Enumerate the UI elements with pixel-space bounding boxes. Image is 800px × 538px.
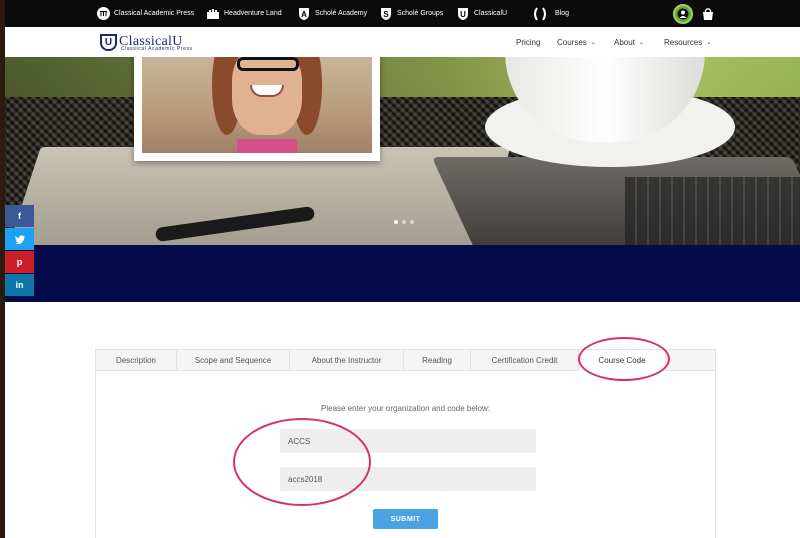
tab-label: Description xyxy=(115,355,156,365)
submit-button[interactable]: SUBMIT xyxy=(373,509,438,529)
linkedin-icon[interactable]: in xyxy=(5,274,34,296)
topbar-link-label: Blog xyxy=(555,10,570,17)
svg-text:U: U xyxy=(460,10,466,19)
slider-dot[interactable] xyxy=(394,220,398,224)
navy-banner xyxy=(5,245,800,302)
svg-text:S: S xyxy=(383,10,389,19)
pinterest-icon[interactable]: p xyxy=(5,251,34,273)
topbar-link-schole-academy[interactable]: A Scholé Academy xyxy=(297,0,367,27)
topbar-link-schole-groups[interactable]: S Scholé Groups xyxy=(379,0,443,27)
nav-pricing[interactable]: Pricing xyxy=(516,27,540,57)
shopping-bag-icon[interactable] xyxy=(700,6,716,22)
nav-label: Resources xyxy=(664,37,703,47)
user-account-icon[interactable] xyxy=(673,4,693,24)
tab-label: Certification Credit xyxy=(491,355,558,365)
annotation-circle-tab xyxy=(578,337,670,381)
nav-label: Pricing xyxy=(516,37,541,47)
castle-icon xyxy=(206,7,220,21)
topbar-link-blog[interactable]: Blog xyxy=(532,0,569,27)
tab-certification-credit[interactable]: Certification Credit xyxy=(471,350,579,370)
topbar-link-classical-academic-press[interactable]: Classical Academic Press xyxy=(96,0,194,27)
logo-shield-icon: U xyxy=(100,33,117,51)
twitter-icon[interactable] xyxy=(5,228,34,250)
tab-label: Reading xyxy=(422,355,452,365)
nav-courses[interactable]: Courses ⌄ xyxy=(557,27,596,57)
logo-subtitle: Classical Academic Press xyxy=(121,46,193,52)
slider-dots xyxy=(394,220,414,224)
shield-a-icon: A xyxy=(297,7,311,21)
top-utility-bar: Classical Academic Press Headventure Lan… xyxy=(5,0,800,27)
shield-u-icon: U xyxy=(456,7,470,21)
topbar-link-label: Classical Academic Press xyxy=(114,10,195,17)
site-header: U ClassicalU Classical Academic Press Pr… xyxy=(5,27,800,57)
topbar-link-label: Scholé Academy xyxy=(315,10,368,17)
photo-glasses xyxy=(237,57,299,71)
topbar-link-label: Scholé Groups xyxy=(397,10,444,17)
page: Classical Academic Press Headventure Lan… xyxy=(5,0,800,538)
slider-dot[interactable] xyxy=(402,220,406,224)
shield-s-icon: S xyxy=(379,7,393,21)
topbar-link-label: Headventure Land xyxy=(224,10,282,17)
tab-label: About the Instructor xyxy=(311,355,382,365)
nav-label: Courses xyxy=(557,37,587,47)
chevron-down-icon: ⌄ xyxy=(638,39,644,46)
tab-about-the-instructor[interactable]: About the Instructor xyxy=(290,350,404,370)
annotation-circle-fields xyxy=(233,418,371,506)
tab-reading[interactable]: Reading xyxy=(404,350,471,370)
photo-shirt xyxy=(237,139,297,153)
nav-label: About xyxy=(614,37,635,47)
tab-label: Scope and Sequence xyxy=(194,355,272,365)
svg-text:A: A xyxy=(301,10,307,19)
tab-description[interactable]: Description xyxy=(96,350,177,370)
nav-resources[interactable]: Resources ⌄ xyxy=(664,27,711,57)
columns-icon xyxy=(96,7,110,21)
instructor-photo xyxy=(142,57,372,153)
topbar-link-classicalu[interactable]: U ClassicalU xyxy=(456,0,507,27)
nav-about[interactable]: About ⌄ xyxy=(614,27,644,57)
slider-dot[interactable] xyxy=(410,220,414,224)
classicalu-logo[interactable]: U ClassicalU Classical Academic Press xyxy=(100,32,192,52)
hero-keyboard xyxy=(625,177,800,245)
chevron-down-icon: ⌄ xyxy=(706,39,712,46)
topbar-link-headventure-land[interactable]: Headventure Land xyxy=(206,0,282,27)
chevron-down-icon: ⌄ xyxy=(590,39,596,46)
tab-scope-and-sequence[interactable]: Scope and Sequence xyxy=(177,350,290,370)
facebook-icon[interactable]: f xyxy=(5,205,34,227)
hero-slider xyxy=(5,57,800,245)
course-code-prompt: Please enter your organization and code … xyxy=(321,404,490,413)
instructor-photo-frame xyxy=(134,57,380,161)
laurel-icon xyxy=(532,6,548,21)
social-share-bar: f p in xyxy=(5,205,34,297)
topbar-link-label: ClassicalU xyxy=(474,10,508,17)
